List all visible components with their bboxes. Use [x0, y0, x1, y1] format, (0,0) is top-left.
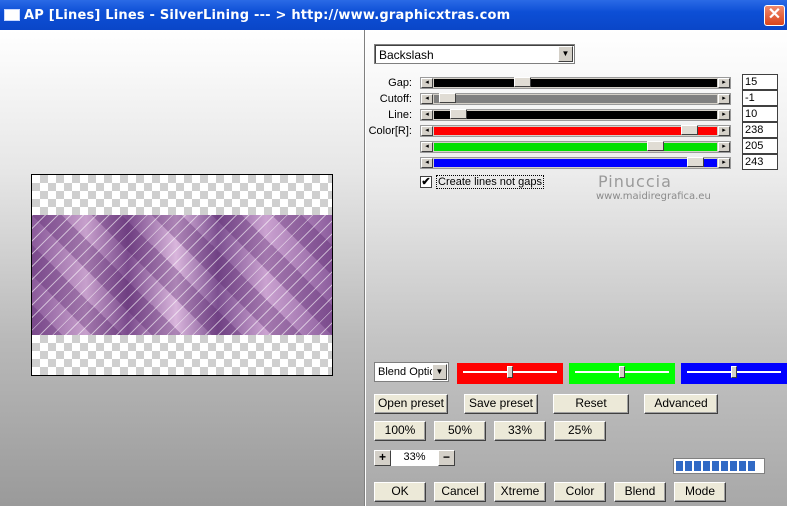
slider-thumb[interactable]: [647, 141, 664, 151]
blend-button[interactable]: Blend: [614, 482, 666, 502]
color-blue-slider[interactable]: ◂ ▸: [420, 157, 731, 169]
zoom-100-button[interactable]: 100%: [374, 421, 426, 441]
color-blue-value-field[interactable]: 243: [742, 154, 778, 170]
preview-canvas[interactable]: [31, 174, 333, 376]
cancel-button[interactable]: Cancel: [434, 482, 486, 502]
ok-button[interactable]: OK: [374, 482, 426, 502]
zoom-stepper[interactable]: + 33% −: [374, 450, 455, 468]
line-value-field[interactable]: 10: [742, 106, 778, 122]
zoom-plus-button[interactable]: +: [374, 450, 391, 466]
preset-dropdown-value: Backslash: [379, 48, 434, 62]
color-red-slider[interactable]: ◂ ▸: [420, 125, 731, 137]
gap-slider[interactable]: ◂ ▸: [420, 77, 731, 89]
zoom-33-button[interactable]: 33%: [494, 421, 546, 441]
chevron-down-icon[interactable]: ▼: [432, 364, 447, 380]
advanced-button[interactable]: Advanced: [644, 394, 718, 414]
slider-thumb[interactable]: [439, 93, 456, 103]
left-arrow-icon[interactable]: ◂: [421, 158, 433, 168]
zoom-50-button[interactable]: 50%: [434, 421, 486, 441]
right-arrow-icon[interactable]: ▸: [718, 94, 730, 104]
preset-dropdown[interactable]: Backslash ▼: [374, 44, 575, 64]
mode-button[interactable]: Mode: [674, 482, 726, 502]
color-button[interactable]: Color: [554, 482, 606, 502]
zoom-minus-button[interactable]: −: [438, 450, 455, 466]
swatch-thumb[interactable]: [507, 366, 513, 378]
create-lines-label[interactable]: Create lines not gaps: [436, 175, 544, 189]
progress-segment: [721, 461, 728, 471]
blue-channel-swatch[interactable]: [681, 363, 787, 384]
create-lines-option[interactable]: ✔ Create lines not gaps: [420, 175, 544, 189]
gap-value-field[interactable]: 15: [742, 74, 778, 90]
watermark-url: www.maidiregrafica.eu: [596, 191, 711, 202]
swatch-thumb[interactable]: [731, 366, 737, 378]
progress-segment: [730, 461, 737, 471]
color-green-value-field[interactable]: 205: [742, 138, 778, 154]
slider-track: [434, 143, 717, 151]
progress-indicator: [673, 458, 765, 474]
left-arrow-icon[interactable]: ◂: [421, 110, 433, 120]
preview-image: [32, 215, 332, 335]
cutoff-value-field[interactable]: -1: [742, 90, 778, 106]
swatch-thumb[interactable]: [619, 366, 625, 378]
preview-pane: [0, 30, 365, 506]
title-bar: AP [Lines] Lines - SilverLining --- > ht…: [0, 0, 787, 30]
right-arrow-icon[interactable]: ▸: [718, 78, 730, 88]
slider-track: [434, 159, 717, 167]
right-arrow-icon[interactable]: ▸: [718, 158, 730, 168]
right-arrow-icon[interactable]: ▸: [718, 110, 730, 120]
left-arrow-icon[interactable]: ◂: [421, 94, 433, 104]
gap-label: Gap:: [388, 77, 412, 89]
controls-pane: Backslash ▼ Gap: ◂ ▸ 15 Cutoff: ◂ ▸ -1 L…: [366, 30, 787, 506]
blend-options-dropdown[interactable]: Blend Optio ▼: [374, 362, 449, 382]
slider-thumb[interactable]: [514, 77, 531, 87]
watermark: Pinuccia www.maidiregrafica.eu: [596, 172, 711, 202]
progress-segment: [685, 461, 692, 471]
progress-segment: [676, 461, 683, 471]
window-icon: [4, 9, 20, 21]
right-arrow-icon[interactable]: ▸: [718, 142, 730, 152]
green-channel-swatch[interactable]: [569, 363, 675, 384]
xtreme-button[interactable]: Xtreme: [494, 482, 546, 502]
progress-segment: [694, 461, 701, 471]
open-preset-button[interactable]: Open preset: [374, 394, 448, 414]
progress-segment: [703, 461, 710, 471]
cutoff-slider[interactable]: ◂ ▸: [420, 93, 731, 105]
line-slider[interactable]: ◂ ▸: [420, 109, 731, 121]
blend-options-value: Blend Optio: [378, 366, 436, 378]
left-arrow-icon[interactable]: ◂: [421, 142, 433, 152]
slider-track: [434, 111, 717, 119]
zoom-25-button[interactable]: 25%: [554, 421, 606, 441]
chevron-down-icon[interactable]: ▼: [558, 46, 573, 62]
window-title: AP [Lines] Lines - SilverLining --- > ht…: [24, 7, 511, 23]
left-arrow-icon[interactable]: ◂: [421, 126, 433, 136]
color-r-label: Color[R]:: [368, 125, 412, 137]
line-label: Line:: [388, 109, 412, 121]
create-lines-checkbox[interactable]: ✔: [420, 176, 432, 188]
color-green-slider[interactable]: ◂ ▸: [420, 141, 731, 153]
right-arrow-icon[interactable]: ▸: [718, 126, 730, 136]
close-icon[interactable]: ✕: [764, 5, 785, 26]
red-channel-swatch[interactable]: [457, 363, 563, 384]
progress-segment: [739, 461, 746, 471]
slider-thumb[interactable]: [687, 157, 704, 167]
slider-track: [434, 127, 717, 135]
progress-segment: [748, 461, 755, 471]
slider-track: [434, 95, 717, 103]
slider-thumb[interactable]: [450, 109, 467, 119]
cutoff-label: Cutoff:: [379, 93, 412, 105]
reset-button[interactable]: Reset: [553, 394, 629, 414]
save-preset-button[interactable]: Save preset: [464, 394, 538, 414]
progress-segment: [712, 461, 719, 471]
watermark-name: Pinuccia: [598, 172, 672, 191]
slider-thumb[interactable]: [681, 125, 698, 135]
color-red-value-field[interactable]: 238: [742, 122, 778, 138]
slider-track: [434, 79, 717, 87]
left-arrow-icon[interactable]: ◂: [421, 78, 433, 88]
zoom-value[interactable]: 33%: [391, 450, 438, 466]
